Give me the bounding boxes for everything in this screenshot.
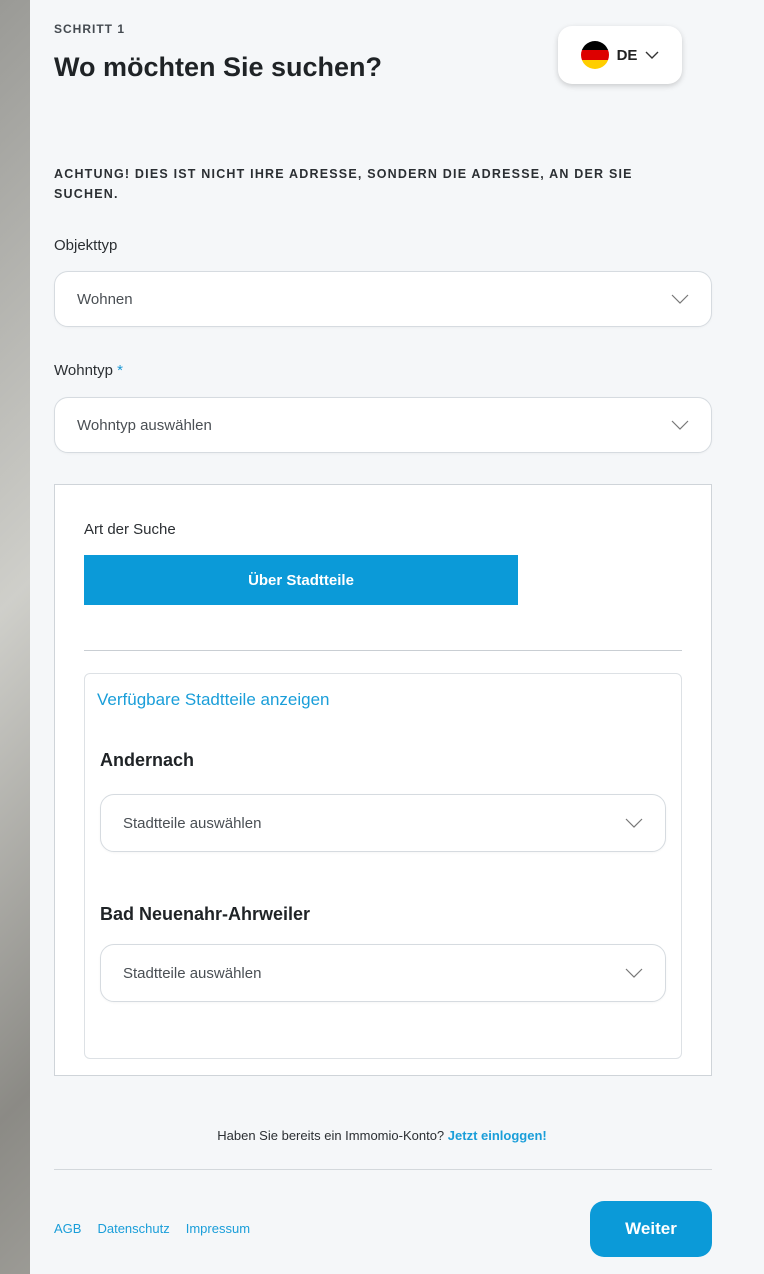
district-select-bad-neuenahr-ahrweiler[interactable]: Stadtteile auswählen	[100, 944, 666, 1002]
object-type-label: Objekttyp	[54, 237, 118, 254]
german-flag-icon	[580, 41, 609, 69]
footer-links: AGB Datenschutz Impressum	[54, 1221, 250, 1236]
object-type-select[interactable]: Wohnen	[54, 271, 712, 327]
footer-link-impressum[interactable]: Impressum	[186, 1221, 250, 1236]
district-select-andernach[interactable]: Stadtteile auswählen	[100, 794, 666, 852]
search-by-districts-button[interactable]: Über Stadtteile	[84, 555, 518, 605]
step-label: SCHRITT 1	[54, 22, 126, 36]
chevron-down-icon	[671, 420, 689, 430]
page-title: Wo möchten Sie suchen?	[54, 52, 383, 82]
district-select-placeholder: Stadtteile auswählen	[123, 814, 262, 832]
footer-link-datenschutz[interactable]: Datenschutz	[97, 1221, 169, 1236]
chevron-down-icon	[645, 51, 659, 59]
chevron-down-icon	[625, 818, 643, 828]
residence-type-label: Wohntyp *	[54, 362, 123, 379]
divider	[84, 650, 682, 651]
search-type-box: Art der Suche Über Stadtteile Verfügbare…	[54, 484, 712, 1076]
footer-divider	[54, 1169, 712, 1170]
next-button[interactable]: Weiter	[590, 1201, 712, 1257]
city-name-andernach: Andernach	[100, 750, 195, 770]
districts-box: Verfügbare Stadtteile anzeigen Andernach…	[84, 673, 682, 1059]
residence-type-label-text: Wohntyp	[54, 362, 113, 379]
footer-link-agb[interactable]: AGB	[54, 1221, 81, 1236]
chevron-down-icon	[671, 294, 689, 304]
address-warning: ACHTUNG! DIES IST NICHT IHRE ADRESSE, SO…	[54, 167, 633, 201]
residence-type-select[interactable]: Wohntyp auswählen	[54, 397, 712, 453]
language-code: DE	[616, 46, 638, 64]
district-select-placeholder: Stadtteile auswählen	[123, 964, 262, 982]
city-name-bad-neuenahr-ahrweiler: Bad Neuenahr-Ahrweiler	[100, 904, 311, 924]
login-prompt: Haben Sie bereits ein Immomio-Konto? Jet…	[30, 1128, 734, 1143]
form-panel: SCHRITT 1 Wo möchten Sie suchen? DE ACHT…	[30, 0, 764, 1274]
search-type-label: Art der Suche	[84, 521, 176, 538]
login-prompt-text: Haben Sie bereits ein Immomio-Konto?	[217, 1128, 445, 1143]
login-link[interactable]: Jetzt einloggen!	[448, 1128, 547, 1143]
show-districts-link[interactable]: Verfügbare Stadtteile anzeigen	[97, 690, 330, 710]
required-mark: *	[117, 362, 123, 379]
chevron-down-icon	[625, 968, 643, 978]
object-type-value: Wohnen	[77, 290, 133, 308]
residence-type-placeholder: Wohntyp auswählen	[77, 416, 212, 434]
language-selector[interactable]: DE	[558, 26, 682, 84]
